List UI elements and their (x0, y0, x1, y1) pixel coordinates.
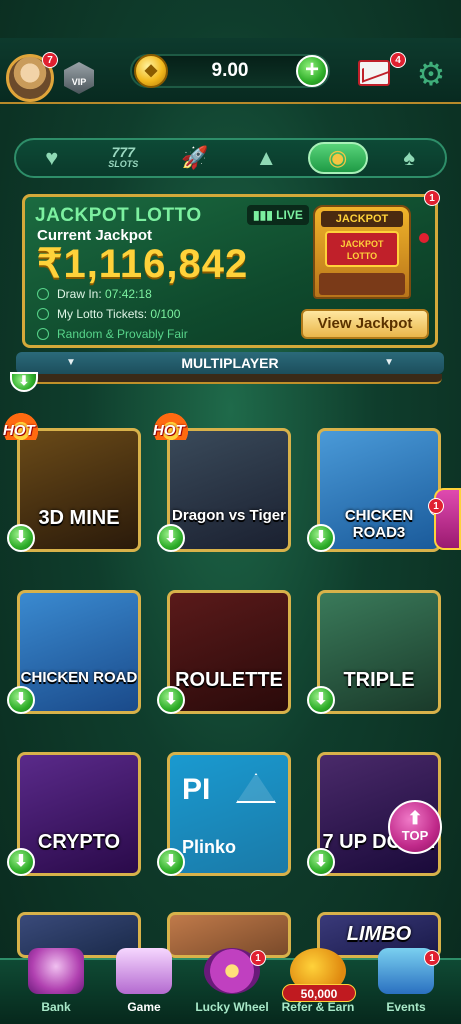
fair-label: Random & Provably Fair (57, 327, 188, 341)
nav-label: Game (127, 1000, 161, 1014)
tab-crash[interactable]: 🚀 (165, 142, 225, 174)
view-jackpot-button[interactable]: View Jackpot (301, 309, 429, 339)
game-title: Dragon vs Tiger (172, 507, 286, 524)
draw-label: Draw In: (57, 287, 102, 301)
tab-favorites[interactable]: ♥ (22, 142, 82, 174)
game-abbr: PI (182, 773, 211, 806)
game-title: CHICKEN ROAD3 (344, 507, 414, 541)
game-card[interactable]: Dragon vs Tiger (167, 428, 291, 552)
section-title: MULTIPLAYER (181, 355, 279, 371)
slots-icon: 777 SLOTS (108, 145, 139, 170)
tab-table[interactable]: ◉ (307, 142, 368, 174)
download-icon[interactable]: ⬇ (307, 686, 335, 714)
jackpot-badge: 1 (424, 190, 440, 206)
balance-value: 9.00 (211, 60, 249, 81)
hot-flame-badge: HOT (1, 410, 41, 440)
tab-fishing[interactable]: ▲ (236, 142, 296, 174)
machine-screen-line-2: LOTTO (346, 251, 378, 261)
lotto-tickets: My Lotto Tickets: 0/100 (37, 307, 180, 321)
download-icon[interactable]: ⬇ (157, 848, 185, 876)
bank-icon (28, 948, 84, 994)
download-icon[interactable]: ⬇ (10, 372, 38, 392)
provably-fair: Random & Provably Fair (37, 327, 188, 341)
game-title: TRIPLE (343, 669, 415, 691)
section-strip (10, 374, 442, 384)
download-icon[interactable]: ⬇ (157, 686, 185, 714)
download-icon[interactable]: ⬇ (307, 848, 335, 876)
nav-label: Bank (41, 1000, 71, 1014)
scroll-top-button[interactable]: ⬆ TOP (388, 800, 442, 854)
game-title: CRYPTO (37, 831, 121, 853)
clock-icon (37, 288, 49, 300)
jackpot-lotto-panel[interactable]: JACKPOT LOTTO ▮▮▮ LIVE Current Jackpot ₹… (22, 194, 438, 348)
cards-icon: ♠ (403, 145, 416, 170)
nav-game[interactable]: Game (102, 948, 186, 1024)
nav-label: Events (386, 1000, 426, 1014)
machine-base (319, 273, 405, 295)
nav-label: Lucky Wheel (195, 1000, 269, 1014)
section-header-multiplayer[interactable]: ▼ MULTIPLAYER ▼ (16, 352, 444, 374)
avatar-notification-badge: 7 (42, 52, 58, 68)
game-title: Plinko (182, 837, 237, 857)
download-icon[interactable]: ⬇ (307, 524, 335, 552)
game-card[interactable]: 3D MINE (17, 428, 141, 552)
heart-icon: ♥ (45, 145, 59, 170)
game-title: ROULETTE (175, 669, 283, 691)
hot-label: HOT (3, 422, 35, 439)
game-card[interactable]: ROULETTE (167, 590, 291, 714)
tab-cards[interactable]: ♠ (379, 142, 439, 174)
live-label: LIVE (276, 208, 303, 222)
ticket-icon (37, 308, 49, 320)
refer-amount-pill: 50,000 (282, 984, 356, 1002)
game-card[interactable]: CHICKEN ROAD (17, 590, 141, 714)
download-icon[interactable]: ⬇ (7, 686, 35, 714)
game-title: LIMBO (346, 923, 412, 945)
roulette-icon: ◉ (328, 145, 348, 170)
game-card[interactable]: CRYPTO (17, 752, 141, 876)
draw-countdown: Draw In: 07:42:18 (37, 287, 152, 301)
game-title: CHICKEN ROAD (20, 669, 138, 686)
download-icon[interactable]: ⬇ (157, 524, 185, 552)
live-indicator: ▮▮▮ LIVE (247, 205, 309, 225)
game-card[interactable]: CHICKEN ROAD3 (317, 428, 441, 552)
machine-screen-line-1: JACKPOT (340, 239, 384, 249)
tickets-value: 0/100 (150, 307, 181, 321)
nav-badge: 1 (424, 950, 440, 966)
chevron-down-icon: ▼ (66, 357, 76, 368)
category-tabs: ♥ 777 SLOTS 🚀 ▲ ◉ ♠ (14, 138, 447, 178)
machine-top-label: JACKPOT (321, 211, 403, 227)
nav-badge: 1 (250, 950, 266, 966)
game-card[interactable]: TRIPLE (317, 590, 441, 714)
chevron-down-icon: ▼ (384, 357, 394, 368)
shark-icon: ▲ (255, 145, 278, 170)
mail-notification-badge: 4 (390, 52, 406, 68)
machine-lever-icon (419, 233, 429, 243)
tab-slots[interactable]: 777 SLOTS (93, 142, 153, 174)
plinko-pyramid-icon (236, 773, 276, 803)
slots-icon-label: SLOTS (108, 159, 139, 169)
jackpot-machine-icon: JACKPOT JACKPOT LOTTO (313, 205, 411, 299)
draw-value: 07:42:18 (105, 287, 152, 301)
side-drawer-badge: 1 (428, 498, 444, 514)
hot-label: HOT (153, 422, 185, 439)
coin-icon: ◆ (134, 54, 168, 88)
download-icon[interactable]: ⬇ (7, 524, 35, 552)
jackpot-title: JACKPOT LOTTO (35, 205, 202, 226)
gear-icon[interactable]: ⚙ (414, 57, 448, 91)
tickets-label: My Lotto Tickets: (57, 307, 148, 321)
scroll-top-label: TOP (401, 828, 429, 843)
rocket-icon: 🚀 (181, 145, 209, 170)
jackpot-amount: ₹1,116,842 (37, 242, 249, 286)
shield-check-icon (37, 328, 49, 340)
nav-bank[interactable]: Bank (14, 948, 98, 1024)
hot-flame-badge: HOT (151, 410, 191, 440)
slot-machine-icon (116, 948, 172, 994)
arrow-up-icon: ⬆ (407, 808, 423, 828)
mail-icon[interactable] (358, 60, 390, 86)
game-card[interactable]: PI Plinko (167, 752, 291, 876)
download-icon[interactable]: ⬇ (7, 848, 35, 876)
game-title: 3D MINE (38, 507, 120, 529)
machine-screen: JACKPOT LOTTO (325, 231, 399, 267)
add-funds-button[interactable]: + (296, 55, 328, 87)
